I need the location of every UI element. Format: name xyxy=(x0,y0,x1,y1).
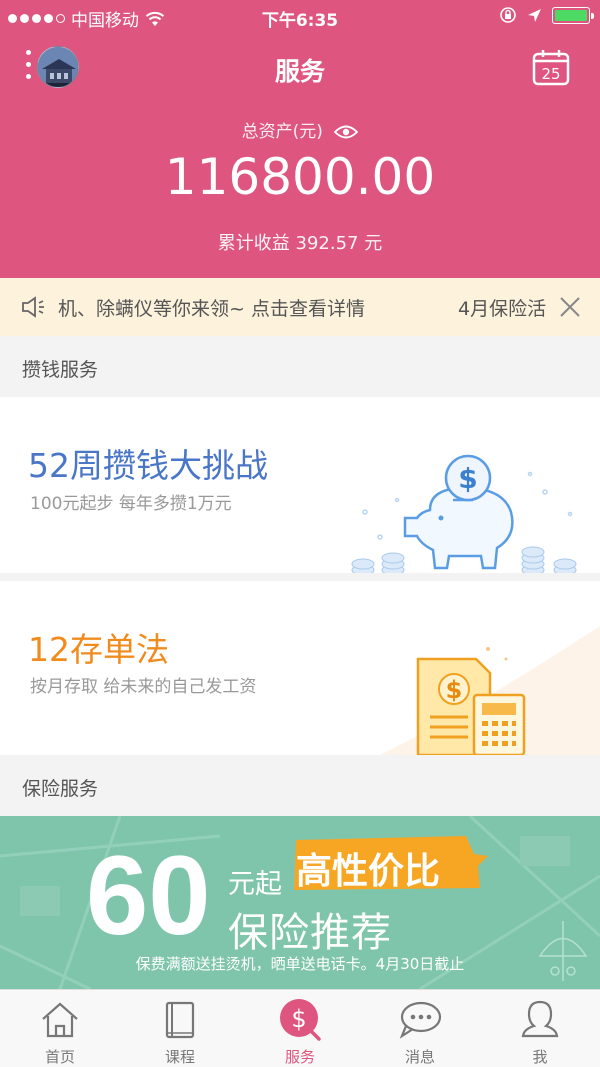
notice-text-next: 4月保险活动 xyxy=(458,298,546,320)
eye-icon[interactable] xyxy=(334,124,359,140)
svg-text:$: $ xyxy=(446,676,463,704)
location-icon xyxy=(528,8,541,22)
deposit-document-icon: $ xyxy=(416,647,526,755)
insurance-amount: 60 xyxy=(86,833,211,958)
status-bar: 中国移动 下午6:35 xyxy=(0,0,600,32)
header: 中国移动 下午6:35 服务 25 总资产(元) 116800.00 累计收益 … xyxy=(0,0,600,278)
card-title: 52周攒钱大挑战 xyxy=(28,446,268,485)
tab-label: 首页 xyxy=(44,1048,75,1066)
tab-label: 服务 xyxy=(284,1048,315,1066)
calendar-day: 25 xyxy=(541,65,560,83)
svg-text:$: $ xyxy=(291,1005,306,1033)
page-title: 服务 xyxy=(274,57,325,86)
tab-label: 课程 xyxy=(164,1048,195,1066)
piggy-bank-icon: $ xyxy=(351,454,577,573)
tab-course[interactable]: 课程 xyxy=(120,990,240,1067)
calendar-icon[interactable]: 25 xyxy=(532,48,570,86)
message-icon xyxy=(399,1001,442,1039)
total-assets-value: 116800.00 xyxy=(164,148,436,206)
rotation-lock-icon xyxy=(500,7,516,23)
close-icon[interactable] xyxy=(558,295,582,319)
insurance-headline: 保险推荐 xyxy=(228,910,392,956)
speaker-icon xyxy=(22,296,44,318)
tab-message[interactable]: 消息 xyxy=(360,990,480,1067)
book-icon xyxy=(165,1001,195,1039)
total-assets-label: 总资产(元) xyxy=(0,117,600,142)
insurance-footnote: 保费满额送挂烫机，晒单送电话卡。4月30日截止 xyxy=(135,955,465,973)
insurance-banner[interactable]: 60 元起 高性价比 保险推荐 保费满额送挂烫机，晒单送电话卡。4月30日截止 xyxy=(0,816,600,989)
tab-label: 我 xyxy=(532,1048,548,1066)
value-tag: 高性价比 xyxy=(290,834,490,892)
section-title-saving: 攒钱服务 xyxy=(22,359,99,381)
service-icon: $ xyxy=(280,999,321,1041)
card-subtitle: 按月存取 给未来的自己发工资 xyxy=(30,677,257,697)
tab-profile[interactable]: 我 xyxy=(480,990,600,1067)
svg-text:$: $ xyxy=(458,462,477,495)
tab-home[interactable]: 首页 xyxy=(0,990,120,1067)
notice-bar[interactable]: 机、除螨仪等你来领~ 点击查看详情 4月保险活动 xyxy=(0,278,600,336)
twelve-deposit-card[interactable]: 12存单法 按月存取 给未来的自己发工资 $ xyxy=(0,581,600,755)
profile-icon xyxy=(521,1000,559,1038)
saving-challenge-card[interactable]: 52周攒钱大挑战 100元起步 每年多攒1万元 $ xyxy=(0,397,600,573)
tab-label: 消息 xyxy=(404,1048,435,1066)
notice-text: 机、除螨仪等你来领~ 点击查看详情 xyxy=(58,298,365,320)
section-title-insurance: 保险服务 xyxy=(22,778,99,800)
tab-service[interactable]: $ 服务 xyxy=(240,990,360,1067)
battery-icon xyxy=(552,6,594,24)
tab-bar: 首页 课程 $ 服务 消息 我 xyxy=(0,989,600,1067)
home-icon xyxy=(42,1002,78,1038)
cumulative-earnings: 累计收益 392.57 元 xyxy=(217,233,383,254)
insurance-unit: 元起 xyxy=(228,869,282,900)
card-title: 12存单法 xyxy=(28,630,169,669)
card-subtitle: 100元起步 每年多攒1万元 xyxy=(30,494,232,514)
